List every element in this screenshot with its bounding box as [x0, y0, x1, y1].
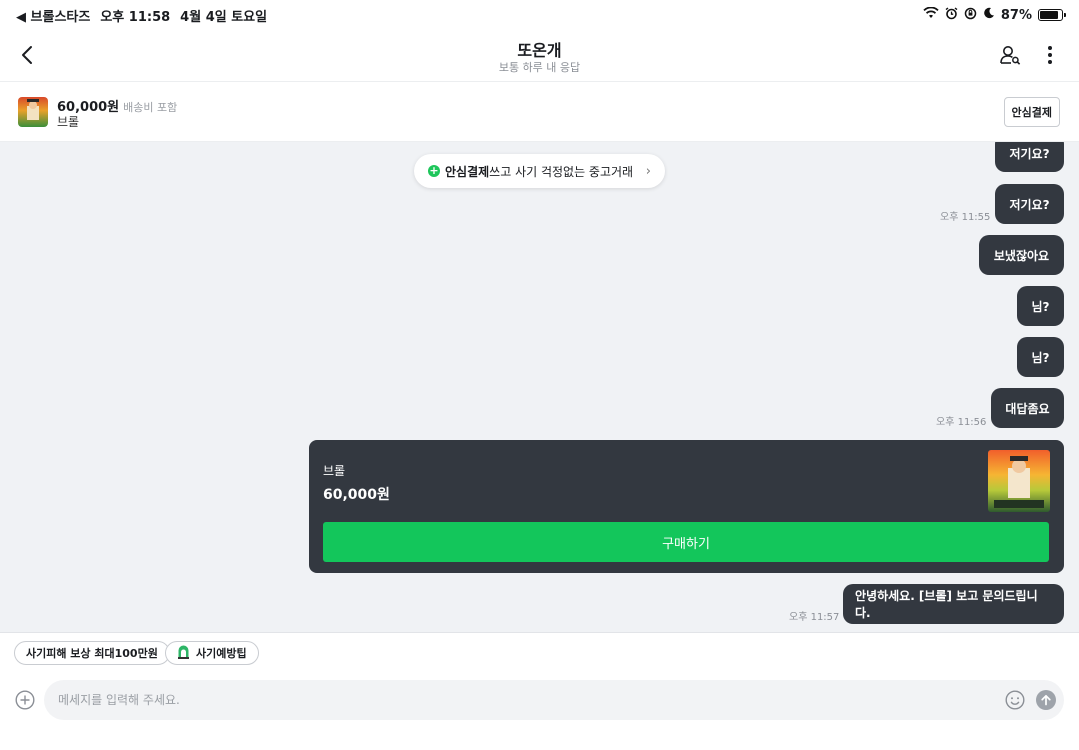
chevron-right-icon: › [645, 163, 651, 179]
message-bubble[interactable]: 안녕하세요. [브롤] 보고 문의드립니다. [843, 584, 1064, 624]
banner-bold-text: 안심결제 [445, 164, 490, 179]
message-bubble[interactable]: 님? [1017, 286, 1064, 326]
user-search-icon [1000, 46, 1021, 65]
message-time: 오후 11:55 [940, 212, 991, 223]
message-bubble[interactable]: 님? [1017, 337, 1064, 377]
product-thumbnail[interactable] [18, 97, 48, 127]
message-composer [0, 672, 1079, 750]
orientation-lock-icon [964, 7, 977, 24]
fraud-tips-chip-label: 사기예방팁 [196, 647, 247, 660]
arrow-up-icon [1041, 694, 1051, 706]
message-bubble[interactable]: 저기요? [995, 184, 1064, 224]
send-button[interactable] [1036, 690, 1056, 710]
message-time: 오후 11:56 [936, 417, 987, 428]
moon-icon [983, 7, 995, 23]
message-input[interactable] [44, 680, 1064, 720]
fraud-tips-chip[interactable]: 사기예방팁 [165, 641, 259, 665]
plus-circle-outline-icon [15, 690, 35, 710]
add-attachment-button[interactable] [15, 690, 35, 710]
back-to-app-link[interactable]: ◀ 브롤스타즈 [16, 6, 90, 25]
status-bar: ◀ 브롤스타즈 오후 11:58 4월 4일 토요일 87% [0, 0, 1079, 30]
safe-pay-banner[interactable]: + 안심결제 쓰고 사기 걱정없는 중고거래 › [414, 154, 665, 188]
message-bubble[interactable]: 대답좀요 [991, 388, 1064, 428]
compensation-chip[interactable]: 사기피해 보상 최대100만원 [14, 641, 170, 665]
message-time: 오후 11:57 [789, 612, 840, 623]
card-product-image[interactable] [988, 450, 1050, 512]
plus-circle-icon: + [428, 164, 440, 177]
status-date: 4월 4일 토요일 [180, 9, 268, 25]
user-search-button[interactable] [997, 42, 1023, 68]
shield-icon [177, 645, 190, 662]
more-menu-button[interactable] [1037, 42, 1063, 68]
status-time: 오후 11:58 [100, 9, 171, 25]
message-bubble[interactable]: 보냈잖아요 [979, 235, 1064, 275]
quick-chips-bar: 사기피해 보상 최대100만원 사기예방팁 [0, 632, 1079, 672]
wifi-icon [923, 6, 939, 23]
product-bar[interactable]: 60,000원 배송비 포함 브롤 안심결제 [0, 82, 1079, 142]
safe-pay-button[interactable]: 안심결제 [1003, 97, 1060, 127]
shipping-note: 배송비 포함 [123, 101, 178, 114]
alarm-icon [945, 6, 958, 24]
emoji-button[interactable] [1005, 690, 1025, 710]
product-name: 브롤 [57, 115, 80, 129]
card-product-price: 60,000원 [323, 487, 390, 503]
banner-text: 쓰고 사기 걱정없는 중고거래 [489, 164, 634, 179]
card-product-name: 브롤 [323, 464, 346, 478]
chat-partner-name: 또온개 [517, 41, 562, 60]
buy-button[interactable]: 구매하기 [323, 522, 1049, 562]
compensation-chip-label: 사기피해 보상 최대100만원 [26, 647, 158, 660]
message-bubble[interactable]: 저기요? [995, 142, 1064, 172]
more-vertical-icon [1048, 46, 1052, 64]
product-card[interactable]: 브롤 60,000원 구매하기 [309, 440, 1064, 573]
chat-header: 또온개 보통 하루 내 응답 [0, 30, 1079, 82]
battery-icon [1038, 9, 1066, 21]
response-time: 보통 하루 내 응답 [498, 61, 581, 74]
chat-messages-area[interactable]: + 안심결제 쓰고 사기 걱정없는 중고거래 › 저기요? 오후 11:55 저기… [0, 142, 1079, 632]
battery-percent: 87% [1000, 7, 1032, 23]
smiley-icon [1005, 690, 1025, 710]
